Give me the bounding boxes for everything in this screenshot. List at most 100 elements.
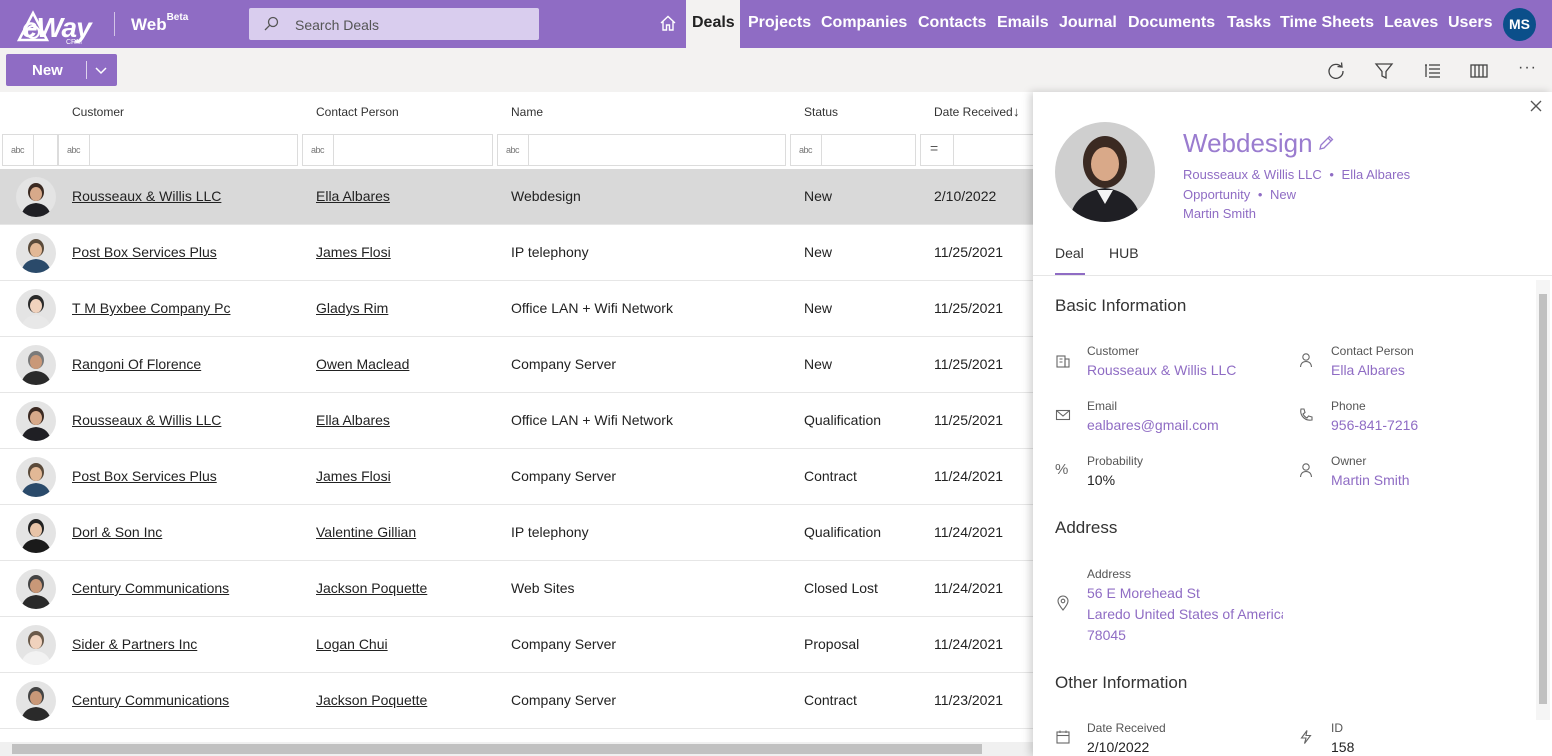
more-icon[interactable]: ··· bbox=[1518, 59, 1538, 79]
new-button[interactable]: New bbox=[6, 54, 117, 86]
nav-documents[interactable]: Documents bbox=[1128, 14, 1215, 32]
close-icon[interactable] bbox=[1528, 98, 1544, 114]
filter-contact-input[interactable]: abc bbox=[302, 134, 493, 166]
deal-status: New bbox=[804, 300, 833, 316]
tab-hub[interactable]: HUB bbox=[1109, 245, 1139, 261]
table-row[interactable]: Rousseaux & Willis LLC Ella Albares Office… bbox=[0, 393, 1033, 449]
table-row[interactable]: Rousseaux & Willis LLC Ella Albares Webdes… bbox=[0, 169, 1033, 225]
filter-type-icon: abc bbox=[11, 145, 25, 155]
contact-person-value-link[interactable]: Ella Albares bbox=[1331, 362, 1405, 378]
deal-status: New bbox=[1270, 187, 1297, 202]
refresh-icon[interactable] bbox=[1326, 61, 1346, 81]
date-received: 2/10/2022 bbox=[934, 188, 997, 204]
phone-label: Phone bbox=[1331, 399, 1366, 413]
column-header-date-received[interactable]: Date Received bbox=[934, 105, 1013, 119]
nav-deals[interactable]: Deals bbox=[692, 14, 735, 32]
columns-icon[interactable] bbox=[1469, 61, 1489, 81]
deal-name: Webdesign bbox=[511, 188, 581, 204]
command-toolbar: New ··· bbox=[0, 48, 1552, 92]
contact-person-link[interactable]: Jackson Poquette bbox=[316, 580, 427, 596]
contact-person-link[interactable]: Ella Albares bbox=[316, 412, 390, 428]
deal-contact-link[interactable]: Ella Albares bbox=[1342, 167, 1411, 182]
nav-projects[interactable]: Projects bbox=[748, 14, 811, 32]
address-line-1[interactable]: 56 E Morehead St bbox=[1087, 585, 1200, 601]
eway-logo[interactable]: eWay CRM bbox=[8, 6, 92, 46]
filter-avatar[interactable]: abc bbox=[2, 134, 58, 166]
deal-name: Office LAN + Wifi Network bbox=[511, 300, 673, 316]
table-row[interactable]: Sider & Partners Inc Logan Chui Company Se… bbox=[0, 617, 1033, 673]
contact-person-link[interactable]: Owen Maclead bbox=[316, 356, 409, 372]
table-row[interactable]: Dorl & Son Inc Valentine Gillian IP teleph… bbox=[0, 505, 1033, 561]
contact-person-link[interactable]: Valentine Gillian bbox=[316, 524, 416, 540]
owner-value-link[interactable]: Martin Smith bbox=[1331, 472, 1410, 488]
customer-link[interactable]: Century Communications bbox=[72, 692, 229, 708]
user-avatar[interactable]: MS bbox=[1503, 8, 1536, 41]
detail-vertical-scrollbar-thumb[interactable] bbox=[1539, 294, 1547, 704]
customer-link[interactable]: Dorl & Son Inc bbox=[72, 524, 162, 540]
customer-value-link[interactable]: Rousseaux & Willis LLC bbox=[1087, 362, 1236, 378]
column-header-status[interactable]: Status bbox=[804, 105, 838, 119]
home-icon[interactable] bbox=[659, 14, 677, 32]
list-icon[interactable] bbox=[1422, 61, 1442, 81]
contact-person-link[interactable]: James Flosi bbox=[316, 468, 391, 484]
customer-link[interactable]: Rousseaux & Willis LLC bbox=[72, 412, 221, 428]
nav-journal[interactable]: Journal bbox=[1059, 14, 1117, 32]
phone-value-link[interactable]: 956-841-7216 bbox=[1331, 417, 1418, 433]
customer-link[interactable]: Rousseaux & Willis LLC bbox=[72, 188, 221, 204]
deal-owner-link[interactable]: Martin Smith bbox=[1183, 206, 1256, 221]
table-row[interactable]: Post Box Services Plus James Flosi Company… bbox=[0, 449, 1033, 505]
table-row[interactable]: Post Box Services Plus James Flosi IP tele… bbox=[0, 225, 1033, 281]
column-header-customer[interactable]: Customer bbox=[72, 105, 124, 119]
nav-emails[interactable]: Emails bbox=[997, 14, 1049, 32]
contact-person-link[interactable]: Jackson Poquette bbox=[316, 692, 427, 708]
sort-descending-icon[interactable]: ↓ bbox=[1013, 104, 1020, 119]
filter-status-input[interactable]: abc bbox=[790, 134, 916, 166]
contact-person-link[interactable]: Logan Chui bbox=[316, 636, 388, 652]
horizontal-scrollbar[interactable] bbox=[0, 742, 1033, 756]
contact-person-link[interactable]: Gladys Rim bbox=[316, 300, 388, 316]
customer-link[interactable]: Sider & Partners Inc bbox=[72, 636, 197, 652]
nav-time-sheets[interactable]: Time Sheets bbox=[1280, 14, 1374, 32]
address-line-2[interactable]: Laredo United States of America bbox=[1087, 606, 1283, 622]
customer-link[interactable]: Post Box Services Plus bbox=[72, 468, 217, 484]
deal-name: Office LAN + Wifi Network bbox=[511, 412, 673, 428]
address-line-3[interactable]: 78045 bbox=[1087, 627, 1126, 643]
column-header-name[interactable]: Name bbox=[511, 105, 543, 119]
table-row[interactable]: T M Byxbee Company Pc Gladys Rim Office LA… bbox=[0, 281, 1033, 337]
filter-customer-input[interactable]: abc bbox=[58, 134, 298, 166]
search-deals-input[interactable]: Search Deals bbox=[249, 8, 539, 40]
date-received-value: 2/10/2022 bbox=[1087, 739, 1150, 755]
table-row[interactable]: Rangoni Of Florence Owen Maclead Company S… bbox=[0, 337, 1033, 393]
detail-vertical-scrollbar[interactable] bbox=[1536, 280, 1550, 720]
date-received: 11/25/2021 bbox=[934, 412, 1004, 428]
email-value-link[interactable]: ealbares@gmail.com bbox=[1087, 417, 1219, 433]
nav-users[interactable]: Users bbox=[1448, 14, 1492, 32]
nav-companies[interactable]: Companies bbox=[821, 14, 907, 32]
deal-company-link[interactable]: Rousseaux & Willis LLC bbox=[1183, 167, 1322, 182]
filter-type-icon: abc bbox=[799, 145, 813, 155]
logo-divider bbox=[114, 12, 115, 36]
deals-grid: Customer Contact Person Name Status Date… bbox=[0, 92, 1033, 756]
customer-link[interactable]: Post Box Services Plus bbox=[72, 244, 217, 260]
contact-person-link[interactable]: Ella Albares bbox=[316, 188, 390, 204]
customer-link[interactable]: Century Communications bbox=[72, 580, 229, 596]
customer-link[interactable]: Rangoni Of Florence bbox=[72, 356, 201, 372]
horizontal-scrollbar-thumb[interactable] bbox=[12, 744, 982, 754]
chevron-down-icon[interactable] bbox=[94, 63, 108, 77]
filter-date-input[interactable]: = bbox=[920, 134, 1033, 166]
filter-name-input[interactable]: abc bbox=[497, 134, 786, 166]
column-header-contact-person[interactable]: Contact Person bbox=[316, 105, 399, 119]
table-row[interactable]: Century Communications Jackson Poquette We… bbox=[0, 561, 1033, 617]
contact-person-link[interactable]: James Flosi bbox=[316, 244, 391, 260]
nav-tasks[interactable]: Tasks bbox=[1227, 14, 1271, 32]
tab-deal[interactable]: Deal bbox=[1055, 245, 1084, 261]
contact-person-label: Contact Person bbox=[1331, 344, 1414, 358]
nav-leaves[interactable]: Leaves bbox=[1384, 14, 1438, 32]
edit-pencil-icon[interactable] bbox=[1317, 134, 1335, 152]
customer-link[interactable]: T M Byxbee Company Pc bbox=[72, 300, 230, 316]
filter-icon[interactable] bbox=[1374, 61, 1394, 81]
deal-status: Contract bbox=[804, 468, 857, 484]
date-received: 11/25/2021 bbox=[934, 356, 1004, 372]
table-row[interactable]: Century Communications Jackson Poquette Co… bbox=[0, 673, 1033, 729]
nav-contacts[interactable]: Contacts bbox=[918, 14, 986, 32]
